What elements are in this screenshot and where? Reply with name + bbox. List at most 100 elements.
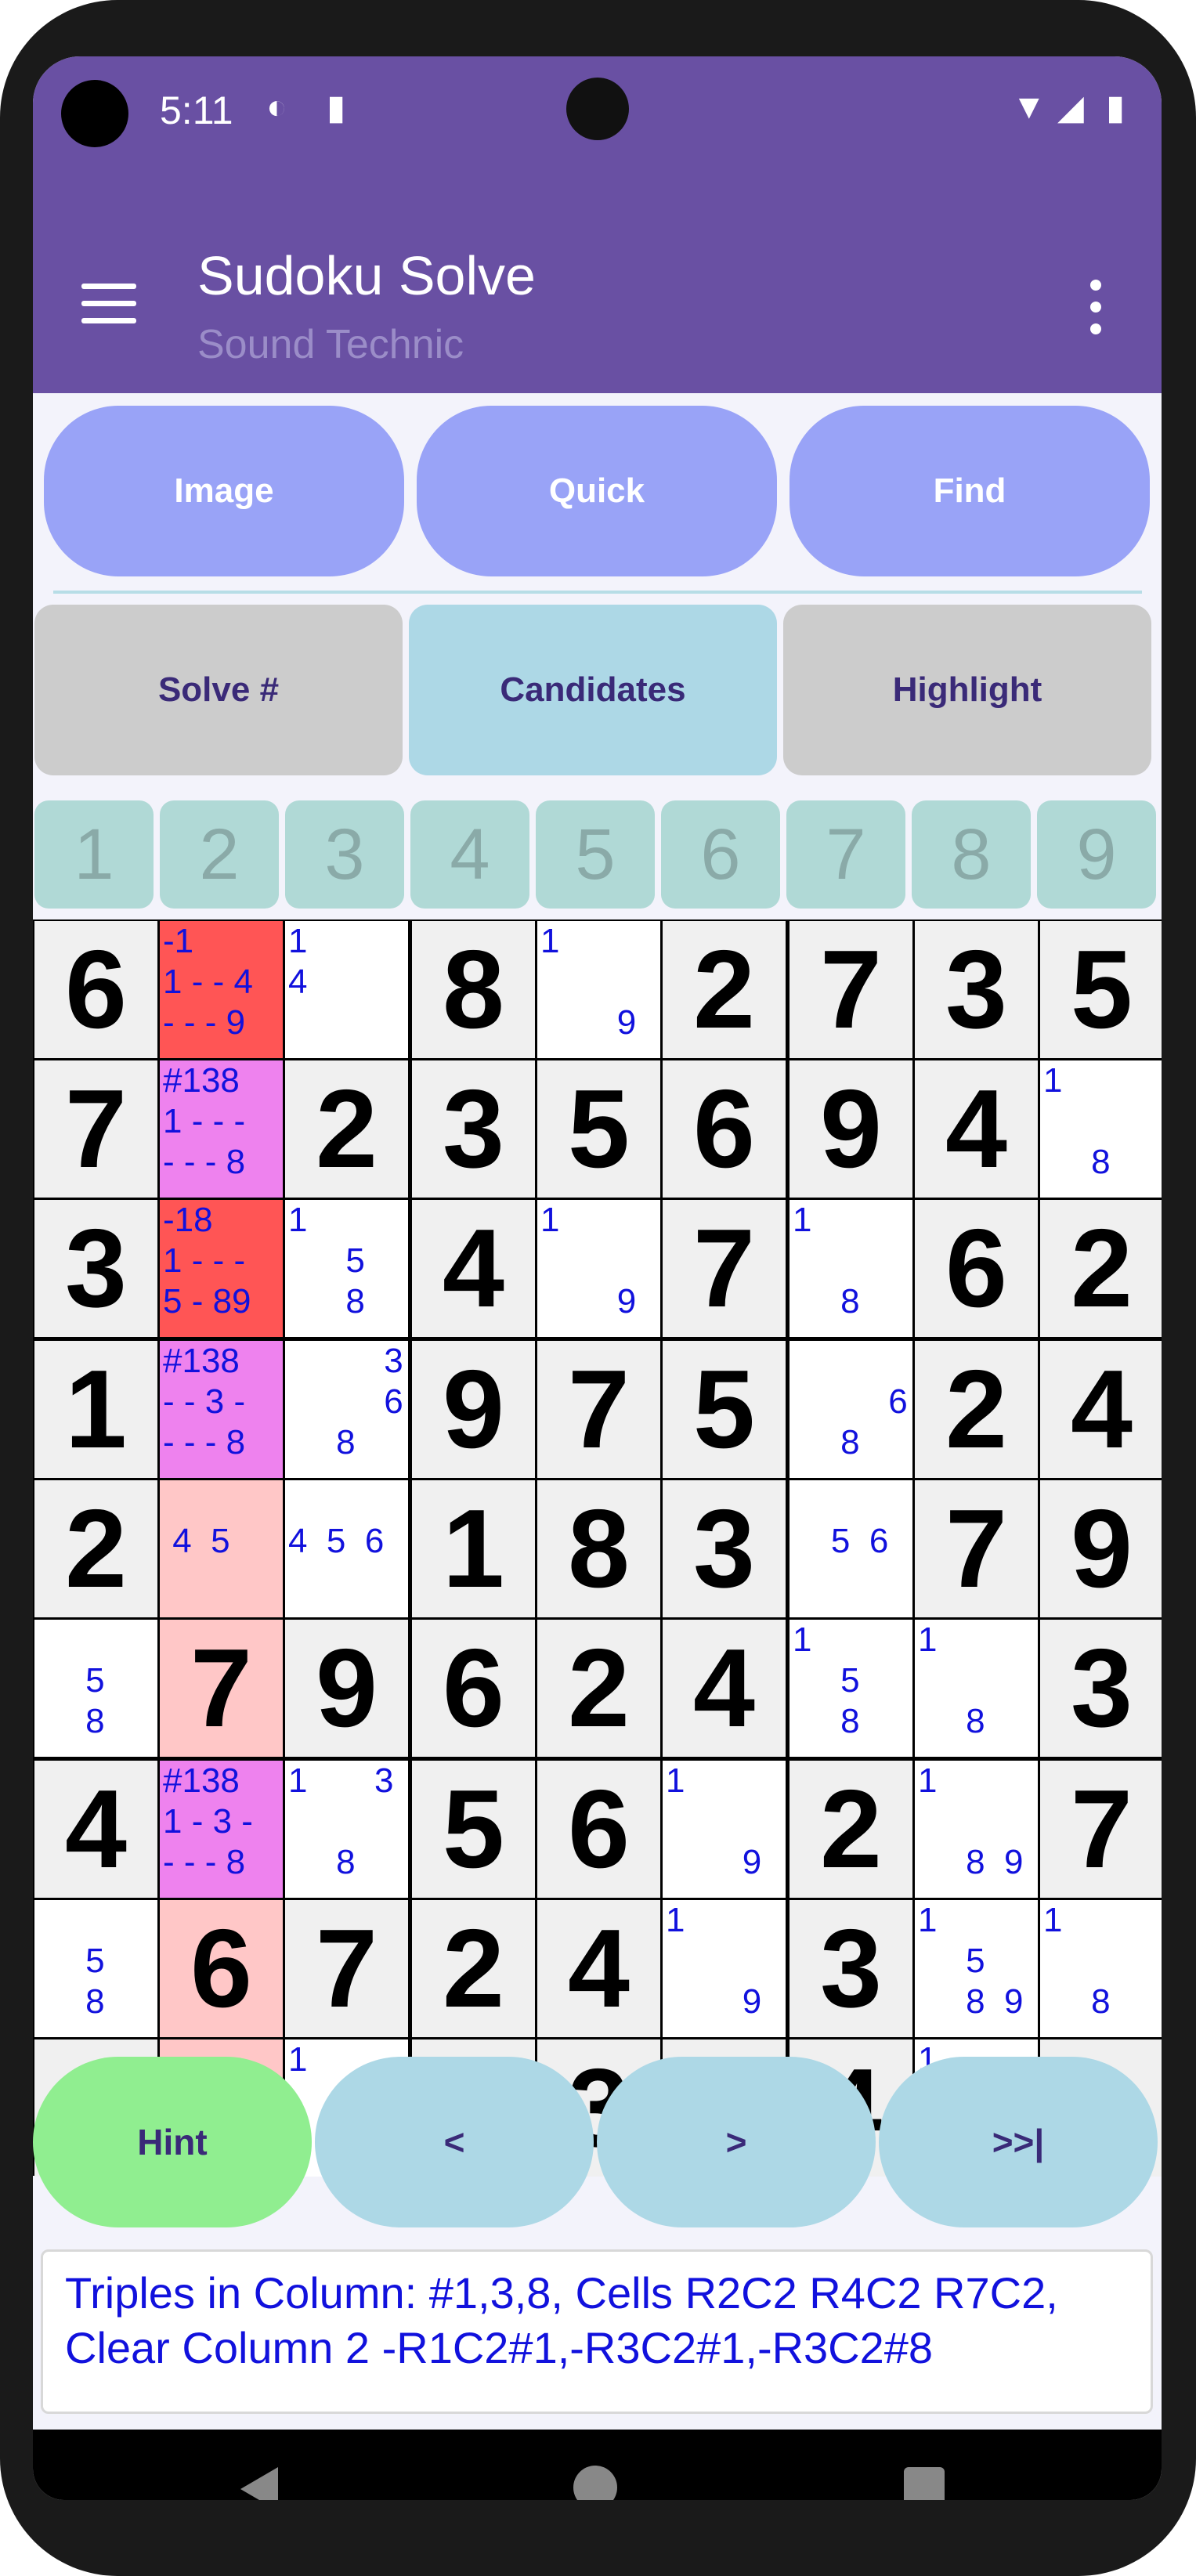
cell-r1c2[interactable]: -1 1 - - 4 - - - 9 — [160, 921, 283, 1058]
cell-r6c2[interactable]: 7 — [160, 1620, 283, 1757]
cell-r2c4[interactable]: 3 — [412, 1060, 535, 1198]
cell-r4c6[interactable]: 5 — [663, 1341, 786, 1478]
cell-r5c8[interactable]: 7 — [915, 1480, 1038, 1617]
cell-r8c2[interactable]: 6 — [160, 1900, 283, 2037]
cell-r1c6[interactable]: 2 — [663, 921, 786, 1058]
cell-r2c1[interactable]: 7 — [34, 1060, 157, 1198]
cell-value: 5 — [693, 1346, 755, 1472]
quick-button[interactable]: Quick — [417, 406, 777, 576]
previous-step-button[interactable]: < — [315, 2057, 594, 2227]
cell-r1c9[interactable]: 5 — [1040, 921, 1162, 1058]
cell-r3c8[interactable]: 6 — [915, 1200, 1038, 1337]
cell-r8c1[interactable]: 5 8 — [34, 1900, 157, 2037]
cell-r8c5[interactable]: 4 — [537, 1900, 660, 2037]
candidates-button[interactable]: Candidates — [409, 605, 777, 775]
cell-candidates: 6 8 — [840, 1382, 908, 1461]
hint-button[interactable]: Hint — [33, 2057, 312, 2227]
find-button[interactable]: Find — [790, 406, 1150, 576]
cell-r6c7[interactable]: 1 5 8 — [790, 1620, 912, 1757]
cell-r3c3[interactable]: 1 5 8 — [285, 1200, 408, 1337]
cell-r4c7[interactable]: 6 8 — [790, 1341, 912, 1478]
hamburger-menu-icon[interactable] — [81, 284, 136, 331]
cell-r4c4[interactable]: 9 — [412, 1341, 535, 1478]
cell-r4c5[interactable]: 7 — [537, 1341, 660, 1478]
cell-r2c8[interactable]: 4 — [915, 1060, 1038, 1198]
cell-value: 3 — [820, 1906, 882, 2031]
cell-r3c1[interactable]: 3 — [34, 1200, 157, 1337]
cell-r8c6[interactable]: 1 9 — [663, 1900, 786, 2037]
cell-r7c8[interactable]: 1 8 9 — [915, 1761, 1038, 1898]
back-icon[interactable] — [240, 2467, 278, 2500]
cell-r3c5[interactable]: 1 9 — [537, 1200, 660, 1337]
cell-value: 1 — [65, 1346, 127, 1472]
cell-r3c6[interactable]: 7 — [663, 1200, 786, 1337]
cell-r2c7[interactable]: 9 — [790, 1060, 912, 1198]
cell-r7c7[interactable]: 2 — [790, 1761, 912, 1898]
cell-r8c4[interactable]: 2 — [412, 1900, 535, 2037]
cell-r3c4[interactable]: 4 — [412, 1200, 535, 1337]
cell-r8c3[interactable]: 7 — [285, 1900, 408, 2037]
cell-r3c7[interactable]: 1 8 — [790, 1200, 912, 1337]
cell-r4c9[interactable]: 4 — [1040, 1341, 1162, 1478]
cell-r4c8[interactable]: 2 — [915, 1341, 1038, 1478]
image-button[interactable]: Image — [44, 406, 404, 576]
cell-r5c5[interactable]: 8 — [537, 1480, 660, 1617]
cell-r5c9[interactable]: 9 — [1040, 1480, 1162, 1617]
cell-r7c9[interactable]: 7 — [1040, 1761, 1162, 1898]
cell-r6c4[interactable]: 6 — [412, 1620, 535, 1757]
cell-candidates: 3 6 8 — [336, 1342, 403, 1461]
cell-r1c3[interactable]: 1 4 — [285, 921, 408, 1058]
cell-r1c7[interactable]: 7 — [790, 921, 912, 1058]
cell-r4c2[interactable]: #138 - - 3 - - - - 8 — [160, 1341, 283, 1478]
cell-r6c5[interactable]: 2 — [537, 1620, 660, 1757]
cell-candidates: #138 - - 3 - - - - 8 — [163, 1342, 246, 1461]
cell-r1c5[interactable]: 1 9 — [537, 921, 660, 1058]
cell-value: 2 — [820, 1766, 882, 1891]
cell-r7c4[interactable]: 5 — [412, 1761, 535, 1898]
more-options-icon[interactable] — [1090, 280, 1106, 345]
next-step-button[interactable]: > — [597, 2057, 876, 2227]
cell-value: 1 — [443, 1486, 504, 1611]
cell-r5c3[interactable]: 4 5 6 — [285, 1480, 408, 1617]
cell-r7c3[interactable]: 1 3 8 — [285, 1761, 408, 1898]
cell-r5c2[interactable]: 4 5 — [160, 1480, 283, 1617]
cell-r7c2[interactable]: #138 1 - 3 - - - - 8 — [160, 1761, 283, 1898]
cell-r7c1[interactable]: 4 — [34, 1761, 157, 1898]
cell-r2c6[interactable]: 6 — [663, 1060, 786, 1198]
cell-r4c1[interactable]: 1 — [34, 1341, 157, 1478]
cell-r6c6[interactable]: 4 — [663, 1620, 786, 1757]
cell-r2c5[interactable]: 5 — [537, 1060, 660, 1198]
cell-r8c7[interactable]: 3 — [790, 1900, 912, 2037]
cell-r7c6[interactable]: 1 9 — [663, 1761, 786, 1898]
cell-r5c7[interactable]: 5 6 — [790, 1480, 912, 1617]
cell-r2c2[interactable]: #138 1 - - - - - - 8 — [160, 1060, 283, 1198]
cell-r2c3[interactable]: 2 — [285, 1060, 408, 1198]
cell-r5c4[interactable]: 1 — [412, 1480, 535, 1617]
cell-r6c9[interactable]: 3 — [1040, 1620, 1162, 1757]
cell-r6c3[interactable]: 9 — [285, 1620, 408, 1757]
cell-candidates: 1 5 8 9 — [918, 1901, 1024, 2021]
cell-value: 7 — [568, 1346, 630, 1472]
cell-r3c2[interactable]: -18 1 - - - 5 - 89 — [160, 1200, 283, 1337]
cell-r6c8[interactable]: 1 8 — [915, 1620, 1038, 1757]
cell-r2c9[interactable]: 1 8 — [1040, 1060, 1162, 1198]
cell-r5c1[interactable]: 2 — [34, 1480, 157, 1617]
cell-candidates: 1 9 — [540, 922, 637, 1042]
cell-r3c9[interactable]: 2 — [1040, 1200, 1162, 1337]
column-header-4: 4 — [410, 800, 529, 909]
cell-r6c1[interactable]: 5 8 — [34, 1620, 157, 1757]
highlight-button[interactable]: Highlight — [783, 605, 1151, 775]
cell-r7c5[interactable]: 6 — [537, 1761, 660, 1898]
cell-value: 2 — [693, 927, 755, 1052]
cell-r1c4[interactable]: 8 — [412, 921, 535, 1058]
cell-r1c8[interactable]: 3 — [915, 921, 1038, 1058]
solve-number-button[interactable]: Solve # — [34, 605, 403, 775]
last-step-button[interactable]: >>| — [879, 2057, 1158, 2227]
cell-r8c8[interactable]: 1 5 8 9 — [915, 1900, 1038, 2037]
cell-r5c6[interactable]: 3 — [663, 1480, 786, 1617]
cell-r4c3[interactable]: 3 6 8 — [285, 1341, 408, 1478]
home-icon[interactable] — [573, 2466, 617, 2500]
cell-r1c1[interactable]: 6 — [34, 921, 157, 1058]
recents-icon[interactable] — [904, 2467, 945, 2500]
cell-r8c9[interactable]: 1 8 — [1040, 1900, 1162, 2037]
